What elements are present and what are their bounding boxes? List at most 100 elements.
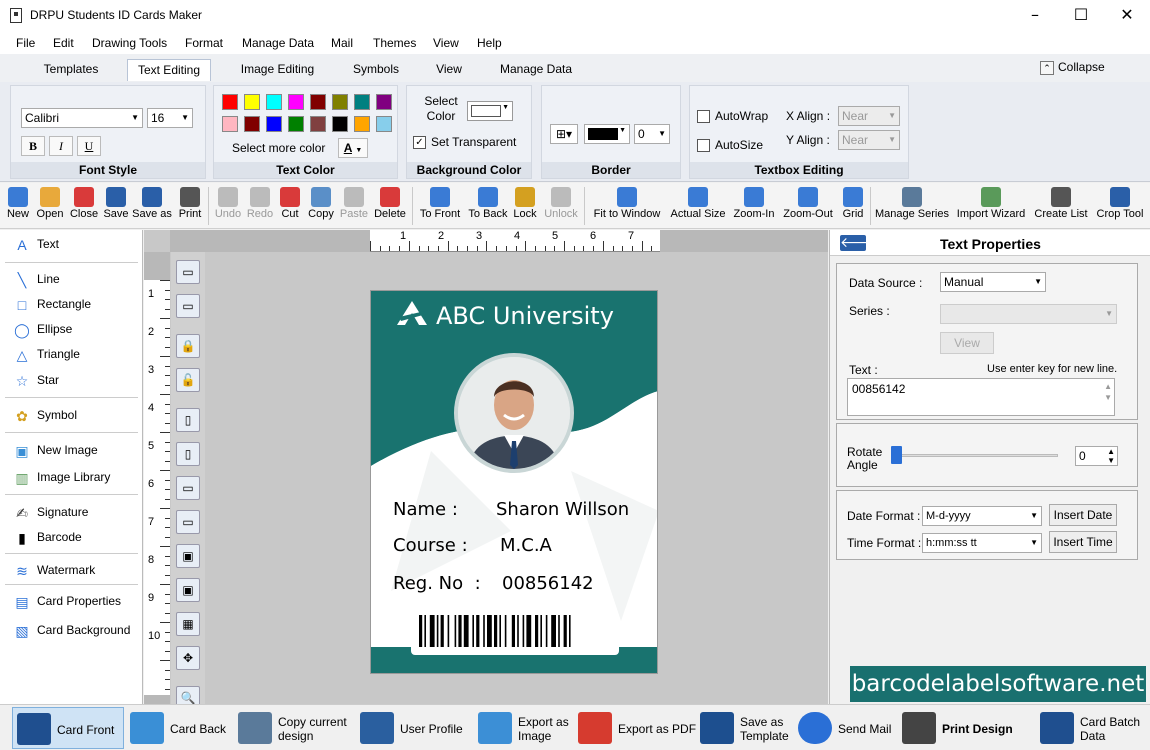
course-value[interactable]: M.C.A <box>500 535 552 556</box>
name-value[interactable]: Sharon Willson <box>496 499 629 520</box>
menu-mail[interactable]: Mail <box>331 36 353 50</box>
close-button[interactable]: Close <box>68 185 100 227</box>
print-design-button[interactable]: Print Design <box>898 707 1030 749</box>
menu-themes[interactable]: Themes <box>373 36 416 50</box>
align-right-icon[interactable]: ▯ <box>176 442 200 466</box>
color-swatch[interactable] <box>376 116 392 132</box>
lock-icon[interactable]: 🔒 <box>176 334 200 358</box>
menu-drawing-tools[interactable]: Drawing Tools <box>92 36 167 50</box>
menu-format[interactable]: Format <box>185 36 223 50</box>
website-watermark[interactable]: barcodelabelsoftware.net <box>850 666 1146 702</box>
select-more-color[interactable]: Select more color <box>232 141 325 155</box>
autosize-checkbox[interactable] <box>697 139 710 152</box>
rotate-slider-handle[interactable] <box>891 446 902 464</box>
tool-triangle[interactable]: △ Triangle <box>12 343 80 365</box>
color-swatch[interactable] <box>266 94 282 110</box>
italic-button[interactable]: I <box>49 136 73 156</box>
align-center-icon[interactable]: ▣ <box>176 544 200 568</box>
menu-view[interactable]: View <box>433 36 459 50</box>
export-image-button[interactable]: Export as Image <box>474 707 574 749</box>
color-swatch[interactable] <box>288 116 304 132</box>
to-front-button[interactable]: To Front <box>416 185 464 227</box>
border-color-picker[interactable]: ▼ <box>584 124 630 144</box>
tool-signature[interactable]: ✍ Signature <box>12 501 88 523</box>
tab-image-editing[interactable]: Image Editing <box>230 59 325 81</box>
tab-symbols[interactable]: Symbols <box>342 59 410 81</box>
copy-design-button[interactable]: Copy current design <box>234 707 354 749</box>
bg-color-picker[interactable]: ▼ <box>467 101 513 121</box>
color-swatch[interactable] <box>244 116 260 132</box>
color-swatch[interactable] <box>222 116 238 132</box>
font-size-select[interactable]: 16 ▼ <box>147 108 193 128</box>
tool-ellipse[interactable]: ◯ Ellipse <box>12 318 72 340</box>
fit-to-window-button[interactable]: Fit to Window <box>588 185 666 227</box>
tool-image-library[interactable]: ▥ Image Library <box>12 466 110 488</box>
save-template-button[interactable]: Save as Template <box>696 707 794 749</box>
to-back-button[interactable]: To Back <box>466 185 510 227</box>
barcode[interactable] <box>416 615 614 649</box>
reg-no-label[interactable]: Reg. No : <box>393 573 481 594</box>
redo-button[interactable]: Redo <box>246 185 274 227</box>
color-swatch[interactable] <box>310 116 326 132</box>
card-back-button[interactable]: Card Back <box>126 707 232 749</box>
color-swatch[interactable] <box>266 116 282 132</box>
collapse-button[interactable]: ⌃ Collapse <box>1040 60 1105 75</box>
time-format-select[interactable]: h:mm:ss tt ▼ <box>922 533 1042 553</box>
align-left-icon[interactable]: ▯ <box>176 408 200 432</box>
color-swatch[interactable] <box>376 94 392 110</box>
insert-date-button[interactable]: Insert Date <box>1049 504 1117 526</box>
tool-card-properties[interactable]: ▤ Card Properties <box>12 590 121 612</box>
tool-card-background[interactable]: ▧ Card Background <box>12 619 130 641</box>
tab-view[interactable]: View <box>425 59 473 81</box>
close-button[interactable]: ✕ <box>1104 0 1150 32</box>
align-ungroup-icon[interactable]: ▭ <box>176 294 200 318</box>
menu-manage-data[interactable]: Manage Data <box>242 36 314 50</box>
menu-edit[interactable]: Edit <box>53 36 74 50</box>
tool-new-image[interactable]: ▣ New Image <box>12 439 97 461</box>
grid-button[interactable]: Grid <box>838 185 868 227</box>
y-align-select[interactable]: Near ▼ <box>838 130 900 150</box>
align-group-icon[interactable]: ▭ <box>176 260 200 284</box>
distribute-icon[interactable]: ▦ <box>176 612 200 636</box>
x-align-select[interactable]: Near ▼ <box>838 106 900 126</box>
border-style-icon[interactable]: ⊞▾ <box>550 124 578 144</box>
data-source-select[interactable]: Manual ▼ <box>940 272 1046 292</box>
align-middle-icon[interactable]: ▣ <box>176 578 200 602</box>
bold-button[interactable]: B <box>21 136 45 156</box>
autowrap-checkbox[interactable] <box>697 110 710 123</box>
border-width-select[interactable]: 0 ▼ <box>634 124 670 144</box>
color-swatch[interactable] <box>332 94 348 110</box>
id-card[interactable]: ABC University Name : Sharon Willson Cou… <box>370 290 658 674</box>
tool-star[interactable]: ☆ Star <box>12 369 59 391</box>
open-button[interactable]: Open <box>34 185 66 227</box>
menu-help[interactable]: Help <box>477 36 502 50</box>
color-swatch[interactable] <box>354 94 370 110</box>
import-wizard-button[interactable]: Import Wizard <box>952 185 1030 227</box>
tool-line[interactable]: ╲ Line <box>12 268 60 290</box>
manage-series-button[interactable]: Manage Series <box>872 185 952 227</box>
create-list-button[interactable]: Create List <box>1032 185 1090 227</box>
tool-watermark[interactable]: ≋ Watermark <box>12 559 95 581</box>
course-label[interactable]: Course : <box>393 535 468 556</box>
set-transparent-checkbox[interactable]: ✓ <box>413 136 426 149</box>
unlock-icon[interactable]: 🔓 <box>176 368 200 392</box>
view-button[interactable]: View <box>940 332 994 354</box>
color-swatch[interactable] <box>244 94 260 110</box>
copy-button[interactable]: Copy <box>306 185 336 227</box>
student-photo[interactable] <box>454 353 574 473</box>
user-profile-button[interactable]: User Profile <box>356 707 470 749</box>
card-front-button[interactable]: Card Front <box>12 707 124 749</box>
menu-file[interactable]: File <box>16 36 35 50</box>
tool-text[interactable]: A Text <box>12 233 59 255</box>
align-top-icon[interactable]: ▭ <box>176 476 200 500</box>
color-swatch[interactable] <box>288 94 304 110</box>
insert-time-button[interactable]: Insert Time <box>1049 531 1117 553</box>
color-swatch[interactable] <box>310 94 326 110</box>
color-swatch[interactable] <box>332 116 348 132</box>
text-input[interactable]: 00856142 ▲ ▼ <box>847 378 1115 416</box>
unlock-button[interactable]: Unlock <box>540 185 582 227</box>
tool-symbol[interactable]: ✿ Symbol <box>12 404 77 426</box>
lock-button[interactable]: Lock <box>511 185 539 227</box>
minimize-button[interactable]: – <box>1012 0 1058 32</box>
reg-no-value[interactable]: 00856142 <box>502 573 594 594</box>
